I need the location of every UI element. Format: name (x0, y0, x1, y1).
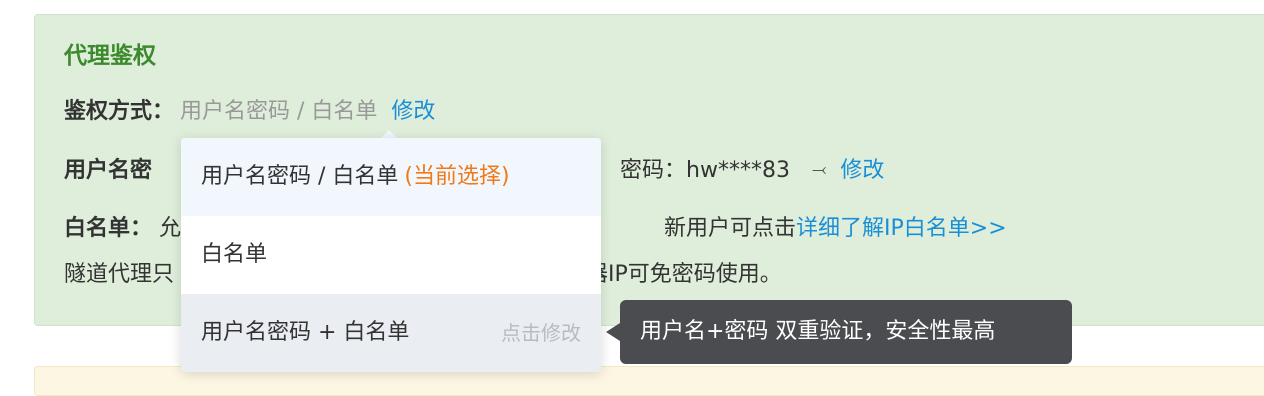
eye-closed-icon[interactable]: ⤙ (812, 159, 826, 180)
new-user-text: 新用户可点击 (664, 216, 797, 241)
current-selection-tag: (当前选择) (404, 164, 510, 189)
new-user-row: 新用户可点击详细了解IP白名单>> (664, 210, 1007, 242)
tunnel-note-right: 器IP可免密码使用。 (586, 262, 782, 287)
auth-method-value: 用户名密码 / 白名单 (180, 99, 378, 124)
option-userpass-and-whitelist[interactable]: 用户名密码 + 白名单 点击修改 (181, 294, 601, 372)
password-label: 密码： (620, 158, 687, 183)
userpass-row: 用户名密 (64, 152, 152, 184)
option-label: 用户名密码 + 白名单 (201, 320, 410, 345)
auth-method-edit-link[interactable]: 修改 (391, 99, 435, 124)
panel-title: 代理鉴权 (64, 43, 156, 69)
userpass-label: 用户名密 (64, 158, 153, 183)
auth-method-label: 鉴权方式： (64, 99, 175, 124)
whitelist-row: 白名单： 允 (64, 210, 181, 242)
option-whitelist[interactable]: 白名单 (181, 216, 601, 294)
password-edit-link[interactable]: 修改 (840, 158, 884, 183)
tunnel-note-left: 隧道代理只 (64, 262, 175, 287)
option-label: 白名单 (201, 242, 268, 267)
security-tooltip: 用户名+密码 双重验证，安全性最高 (620, 300, 1072, 364)
option-userpass-or-whitelist[interactable]: 用户名密码 / 白名单 (当前选择) (181, 138, 601, 216)
whitelist-label: 白名单： (64, 216, 153, 241)
password-value: hw****83 (686, 158, 790, 183)
whitelist-value: 允 (159, 216, 182, 241)
click-to-modify-hint: 点击修改 (501, 321, 581, 345)
tooltip-arrow (606, 323, 620, 341)
auth-method-row: 鉴权方式： 用户名密码 / 白名单 修改 (64, 93, 435, 125)
option-label: 用户名密码 / 白名单 (201, 164, 399, 189)
auth-method-dropdown: 用户名密码 / 白名单 (当前选择) 白名单 用户名密码 + 白名单 点击修改 (181, 138, 601, 372)
password-row: 密码：hw****83 ⤙ 修改 (620, 152, 884, 184)
ip-whitelist-help-link[interactable]: 详细了解IP白名单>> (796, 216, 1007, 241)
